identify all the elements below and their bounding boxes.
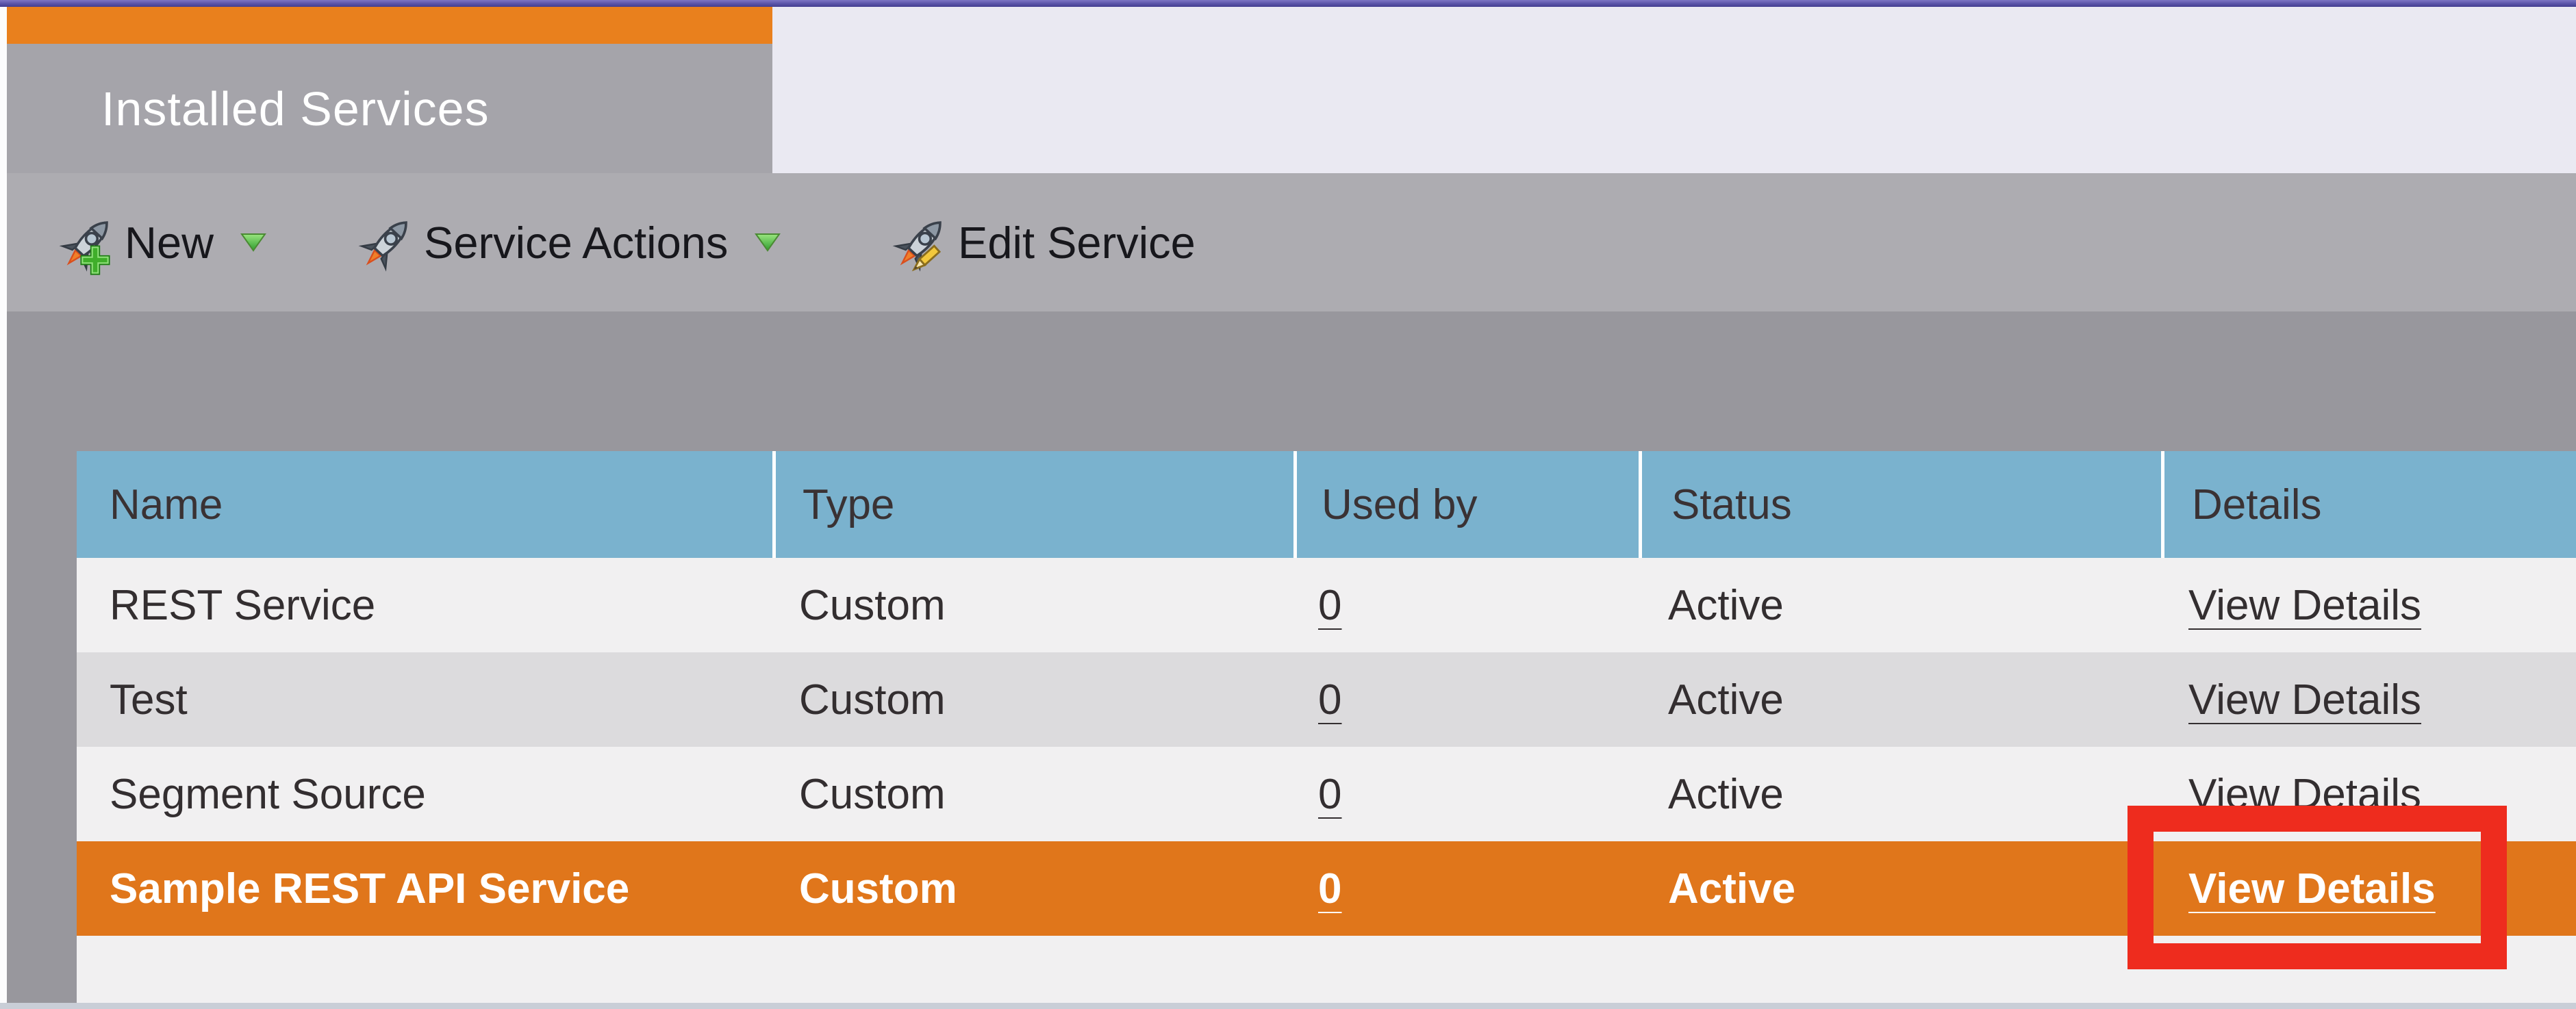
cell-used-by: 0 <box>1293 770 1639 819</box>
table-row[interactable]: Sample REST API Service Custom 0 Active … <box>77 841 2576 936</box>
cell-status: Active <box>1668 865 1796 912</box>
table-row[interactable]: Test Custom 0 Active View Details <box>77 652 2576 747</box>
service-actions-dropdown-caret-icon <box>754 232 781 253</box>
cell-used-by: 0 <box>1293 581 1639 630</box>
cell-type: Custom <box>799 865 957 912</box>
column-header-type: Type <box>772 451 1293 558</box>
used-by-count-link[interactable]: 0 <box>1318 865 1341 912</box>
toolbar: New Service Actions Edit Service <box>7 173 2576 311</box>
cell-status: Active <box>1668 581 1784 629</box>
cell-type: Custom <box>799 770 946 818</box>
content-area: Name Type Used by Status Details REST Se… <box>7 311 2576 1006</box>
left-gutter <box>0 7 7 1009</box>
column-header-details: Details <box>2161 451 2576 558</box>
cell-used-by: 0 <box>1293 676 1639 724</box>
table-bottom-edge <box>0 1003 2576 1009</box>
tab-active-accent <box>7 7 772 44</box>
view-details-link[interactable]: View Details <box>2188 865 2436 912</box>
new-button[interactable]: New <box>59 173 267 311</box>
table-body: REST Service Custom 0 Active View Detail… <box>77 558 2576 936</box>
new-dropdown-caret-icon <box>240 232 267 253</box>
cell-used-by: 0 <box>1293 865 1639 913</box>
cell-name: Segment Source <box>110 770 426 818</box>
tab-installed-services[interactable]: Installed Services <box>7 7 772 173</box>
cell-name: Test <box>110 676 188 724</box>
table-header-row: Name Type Used by Status Details <box>77 451 2576 558</box>
installed-services-table: Name Type Used by Status Details REST Se… <box>77 451 2576 1006</box>
tab-bar: Installed Services <box>7 7 2576 173</box>
table-row[interactable]: Segment Source Custom 0 Active View Deta… <box>77 747 2576 841</box>
used-by-count-link[interactable]: 0 <box>1318 582 1341 629</box>
view-details-link[interactable]: View Details <box>2188 771 2421 818</box>
cell-name: Sample REST API Service <box>110 865 630 912</box>
used-by-count-link[interactable]: 0 <box>1318 676 1341 724</box>
table-empty-filler-row <box>77 936 2576 1006</box>
cell-details: View Details <box>2161 676 2576 724</box>
edit-service-button-label: Edit Service <box>958 217 1196 268</box>
cell-type: Custom <box>799 676 946 724</box>
service-actions-button[interactable]: Service Actions <box>358 173 781 311</box>
cell-name: REST Service <box>110 581 376 629</box>
top-accent-bar <box>0 0 2576 7</box>
view-details-link[interactable]: View Details <box>2188 582 2421 629</box>
service-actions-button-label: Service Actions <box>424 217 729 268</box>
rocket-plus-icon <box>59 213 118 275</box>
cell-details: View Details <box>2161 581 2576 630</box>
column-header-status: Status <box>1639 451 2161 558</box>
column-header-name: Name <box>110 481 223 528</box>
cell-details: View Details <box>2161 865 2576 913</box>
cell-status: Active <box>1668 770 1784 818</box>
cell-type: Custom <box>799 581 946 629</box>
used-by-count-link[interactable]: 0 <box>1318 771 1341 818</box>
rocket-icon <box>358 213 417 272</box>
view-details-link[interactable]: View Details <box>2188 676 2421 724</box>
edit-service-button[interactable]: Edit Service <box>892 173 1196 311</box>
new-button-label: New <box>125 217 214 268</box>
tab-label: Installed Services <box>101 81 490 136</box>
rocket-pencil-icon <box>892 213 951 272</box>
cell-status: Active <box>1668 676 1784 724</box>
cell-details: View Details <box>2161 770 2576 819</box>
column-header-used-by: Used by <box>1293 451 1639 558</box>
table-row[interactable]: REST Service Custom 0 Active View Detail… <box>77 558 2576 652</box>
